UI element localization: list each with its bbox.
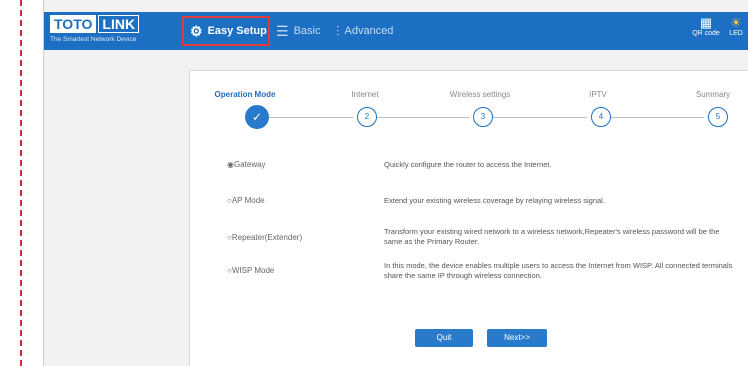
- easy-setup-panel: Operation Mode Internet Wireless setting…: [189, 70, 748, 366]
- top-navigation-bar: TOTO LINK The Smartest Network Device ⚙ …: [44, 12, 748, 50]
- step-label-wireless-settings: Wireless settings: [449, 90, 511, 99]
- radio-ap-mode-label: AP Mode: [231, 196, 265, 205]
- step-3-circle: 3: [473, 107, 493, 127]
- step-connector: [493, 117, 587, 118]
- gear-icon: ⚙: [190, 22, 203, 39]
- totolink-logo[interactable]: TOTO LINK The Smartest Network Device: [50, 15, 172, 47]
- radio-wisp-mode-label: WISP Mode: [231, 266, 275, 275]
- sliders-icon: ⫶: [336, 22, 340, 39]
- nav-easy-setup-label: Easy Setup: [207, 25, 267, 37]
- step-label-operation-mode: Operation Mode: [214, 90, 276, 99]
- step-4-circle: 4: [591, 107, 611, 127]
- radio-repeater-label: Repeater(Extender): [231, 233, 303, 242]
- dashed-margin-line: [20, 0, 22, 366]
- step-connector: [269, 117, 353, 118]
- ap-mode-description: Extend your existing wireless coverage b…: [384, 196, 605, 205]
- step-5-circle: 5: [708, 107, 728, 127]
- radio-wisp-mode[interactable]: ○WISP Mode: [227, 266, 274, 275]
- nav-basic[interactable]: ☰ Basic: [276, 12, 320, 50]
- radio-gateway[interactable]: ◉Gateway: [227, 160, 266, 169]
- next-button[interactable]: Next>>: [487, 329, 547, 347]
- wisp-mode-description: In this mode, the device enables multipl…: [384, 261, 733, 280]
- led-button[interactable]: ☀ LED: [725, 15, 747, 38]
- qr-code-button[interactable]: ▦ QR code: [691, 15, 721, 38]
- nav-advanced-label: Advanced: [344, 25, 394, 37]
- nav-advanced[interactable]: ⫶ Advanced: [336, 12, 393, 50]
- step-label-internet: Internet: [351, 90, 379, 99]
- step-2-circle: 2: [357, 107, 377, 127]
- logo-tagline: The Smartest Network Device: [50, 36, 137, 43]
- radio-gateway-label: Gateway: [233, 160, 266, 169]
- quit-button[interactable]: Quit: [415, 329, 473, 347]
- radio-ap-mode[interactable]: ○AP Mode: [227, 196, 265, 205]
- led-label: LED: [729, 30, 743, 37]
- logo-link-text: LINK: [98, 15, 140, 33]
- radio-selected-icon: ◉: [227, 160, 234, 169]
- router-admin-window: TOTO LINK The Smartest Network Device ⚙ …: [43, 0, 748, 366]
- qr-code-icon: ▦: [699, 15, 713, 30]
- step-connector: [377, 117, 469, 118]
- led-icon: ☀: [730, 15, 742, 30]
- gateway-description: Quickly configure the router to access t…: [384, 160, 552, 169]
- step-1-check-circle: ✓: [245, 105, 269, 129]
- logo-toto-text: TOTO: [50, 15, 97, 33]
- nav-easy-setup[interactable]: ⚙ Easy Setup: [182, 16, 270, 46]
- list-icon: ☰: [276, 22, 289, 39]
- step-label-iptv: IPTV: [589, 90, 607, 99]
- repeater-description: Transform your existing wired network to…: [384, 227, 720, 246]
- step-connector: [611, 117, 704, 118]
- radio-repeater[interactable]: ○Repeater(Extender): [227, 233, 302, 242]
- nav-basic-label: Basic: [293, 25, 321, 37]
- setup-progress-steps: Operation Mode Internet Wireless setting…: [190, 71, 748, 131]
- step-label-summary: Summary: [695, 90, 731, 99]
- qr-code-label: QR code: [692, 30, 720, 37]
